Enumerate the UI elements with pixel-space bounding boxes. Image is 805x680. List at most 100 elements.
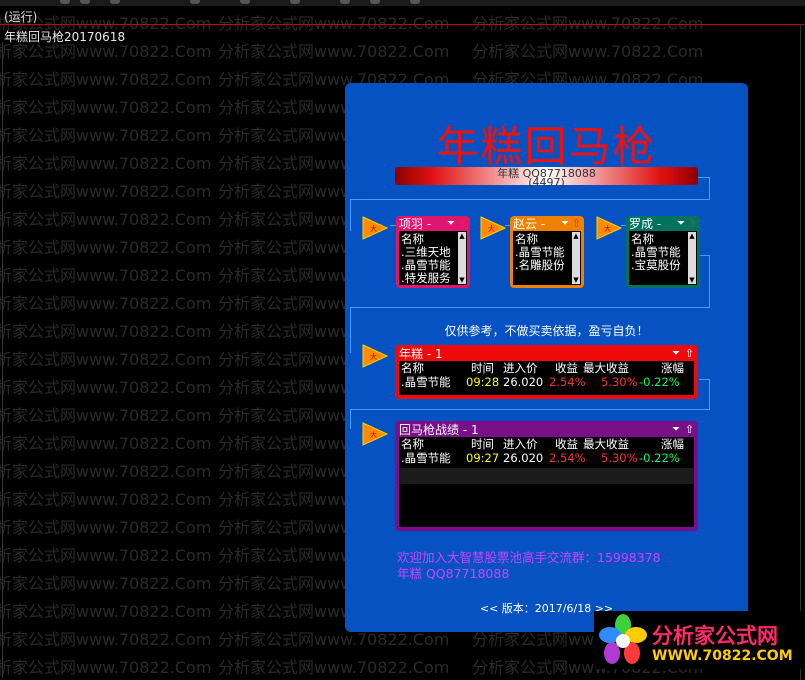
list-header: 名称 (631, 232, 654, 246)
up-arrow-icon[interactable]: ⇧ (685, 347, 694, 361)
mini-window-header[interactable]: 项羽 - ⏷ ⇧ (399, 218, 467, 231)
watermark-text: 分析家公式网www.70822.Com (0, 462, 212, 481)
watermark-text: 分析家公式网www.70822.Com (0, 518, 212, 537)
watermark-text: 分析家公式网www.70822.Com (0, 98, 212, 117)
col-header: 名称 (401, 437, 424, 451)
top-toolbar-strip (0, 0, 805, 6)
toolbar-icon[interactable] (190, 0, 200, 4)
scroll-up-icon[interactable]: ▲ (458, 232, 466, 240)
cell-price: 26.020 (503, 451, 544, 465)
scroll-down-icon[interactable]: ▼ (458, 276, 466, 284)
arrow-marker-icon: 大 (480, 216, 506, 240)
mini-window-header[interactable]: 罗成 - ⏷ ⇧ (629, 217, 697, 231)
scroll-up-icon[interactable]: ▲ (572, 232, 580, 240)
toolbar-icon[interactable] (60, 0, 70, 4)
list-item[interactable]: .晶雪节能 (631, 246, 681, 258)
table-header-row: 名称 时间 进入价 收益 最大收益 涨幅 (399, 362, 694, 375)
toolbar-icon[interactable] (290, 0, 300, 4)
toolbar-icon[interactable] (410, 0, 420, 4)
col-header: 最大收益 (583, 361, 629, 375)
result-window-header[interactable]: 回马枪战绩 - 1 ⏷ ⇧ (399, 423, 694, 437)
col-header: 涨幅 (661, 361, 684, 375)
watermark-text: 分析家公式网www.70822.Com (472, 42, 704, 61)
result-table-body: 名称 时间 进入价 收益 最大收益 涨幅 .晶雪节能 09:27 26.020 … (399, 437, 694, 527)
mini-window-luocheng[interactable]: 罗成 - ⏷ ⇧ 名称 .晶雪节能 .宝莫股份 ▲ ▼ (626, 216, 700, 288)
result-window-niangao[interactable]: 年糕 - 1 ⏷ ⇧ 名称 时间 进入价 收益 最大收益 涨幅 .晶雪节能 09… (395, 345, 698, 399)
list-item[interactable]: .晶雪节能 (515, 246, 565, 258)
mini-window-list: 名称 .晶雪节能 .名雕股份 ▲ ▼ (513, 231, 581, 285)
svg-text:大: 大 (604, 224, 611, 233)
dropdown-icon[interactable]: ⏷ (447, 218, 455, 230)
list-item[interactable]: .宝莫股份 (631, 259, 681, 271)
table-row[interactable]: .晶雪节能 09:27 26.020 2.54% 5.30% -0.22% (399, 452, 694, 465)
watermark-text: 分析家公式网www.70822.Com (0, 70, 212, 89)
flower-logo-icon (599, 614, 647, 664)
watermark-text: 分析家公式网www.70822.Com (0, 210, 212, 229)
toolbar-icon[interactable] (240, 0, 250, 4)
cell-max-profit: 5.30% (601, 375, 638, 389)
table-row[interactable]: .晶雪节能 09:28 26.020 2.54% 5.30% -0.22% (399, 376, 694, 389)
title-divider (0, 24, 805, 25)
watermark-text: 分析家公式网www.70822.Com (0, 658, 212, 677)
watermark-text: 分析家公式网www.70822.Com (0, 350, 212, 369)
mini-window-zhaoyun[interactable]: 赵云 - ⏷ ⇧ 名称 .晶雪节能 .名雕股份 ▲ ▼ (510, 216, 584, 288)
svg-text:大: 大 (370, 224, 377, 233)
col-header: 收益 (555, 361, 578, 375)
list-item[interactable]: .名雕股份 (515, 259, 565, 271)
list-header: 名称 (515, 232, 538, 246)
watermark-text: 分析家公式网www.70822.Com (0, 546, 212, 565)
scrollbar[interactable]: ▲ ▼ (688, 232, 696, 284)
toolbar-icon[interactable] (80, 0, 90, 4)
arrow-marker-icon: 大 (362, 216, 388, 240)
up-arrow-icon[interactable]: ⇧ (572, 218, 581, 230)
disclaimer-text: 仅供参考，不做买卖依据，盈亏自负！ (444, 324, 649, 338)
arrow-marker-icon: 大 (596, 216, 622, 240)
dropdown-icon[interactable]: ⏷ (672, 423, 680, 437)
dropdown-icon[interactable]: ⏷ (672, 347, 680, 361)
mini-window-header[interactable]: 赵云 - ⏷ ⇧ (513, 218, 581, 231)
panel-title: 年糕回马枪 (436, 122, 657, 171)
cell-price: 26.020 (503, 375, 544, 389)
list-item[interactable]: .三维天地 (401, 246, 451, 258)
scrollbar[interactable]: ▲ ▼ (572, 232, 580, 284)
right-border (800, 24, 801, 680)
result-window-header[interactable]: 年糕 - 1 ⏷ ⇧ (399, 347, 694, 361)
up-arrow-icon[interactable]: ⇧ (685, 423, 694, 437)
list-item[interactable]: .晶雪节能 (401, 259, 451, 271)
result-window-title: 回马枪战绩 - 1 (399, 423, 479, 437)
scrollbar[interactable]: ▲ ▼ (458, 232, 466, 284)
watermark-text: 分析家公式网www.70822.Com (0, 378, 212, 397)
watermark-text: 分析家公式网www.70822.Com (0, 630, 212, 649)
arrow-marker-icon: 大 (362, 344, 388, 368)
cell-max-profit: 5.30% (601, 451, 638, 465)
up-arrow-icon[interactable]: ⇧ (688, 218, 697, 230)
run-status: (运行) (4, 10, 38, 24)
svg-text:大: 大 (370, 352, 377, 361)
list-item[interactable]: .特发服务 (401, 272, 451, 284)
mini-window-xiangyu[interactable]: 项羽 - ⏷ ⇧ 名称 .三维天地 .晶雪节能 .特发服务 ▲ ▼ (396, 216, 470, 288)
watermark-text: 分析家公式网www.70822.Com (0, 602, 212, 621)
table-header-row: 名称 时间 进入价 收益 最大收益 涨幅 (399, 438, 694, 451)
scroll-down-icon[interactable]: ▼ (572, 276, 580, 284)
logo-url: WWW.70822.COM (652, 648, 793, 664)
toolbar-icon[interactable] (110, 0, 120, 4)
dropdown-icon[interactable]: ⏷ (677, 218, 685, 230)
site-logo: 分析家公式网 WWW.70822.COM (594, 611, 805, 669)
toolbar-icon[interactable] (340, 0, 350, 4)
col-header: 涨幅 (661, 437, 684, 451)
svg-text:大: 大 (488, 224, 495, 233)
scroll-up-icon[interactable]: ▲ (688, 232, 696, 240)
up-arrow-icon[interactable]: ⇧ (458, 218, 467, 230)
cell-time: 09:28 (466, 375, 500, 389)
mini-window-title: 罗成 - (629, 217, 662, 231)
watermark-text: 分析家公式网www.70822.Com (0, 266, 212, 285)
result-window-record[interactable]: 回马枪战绩 - 1 ⏷ ⇧ 名称 时间 进入价 收益 最大收益 涨幅 .晶雪节能… (395, 421, 698, 531)
empty-row (399, 468, 694, 484)
scroll-down-icon[interactable]: ▼ (688, 276, 696, 284)
toolbar-icon[interactable] (370, 0, 380, 4)
watermark-text: 分析家公式网www.70822.Com (0, 434, 212, 453)
list-header: 名称 (401, 232, 424, 246)
dropdown-icon[interactable]: ⏷ (561, 218, 569, 230)
connector-line (350, 307, 710, 308)
col-header: 进入价 (503, 437, 538, 451)
